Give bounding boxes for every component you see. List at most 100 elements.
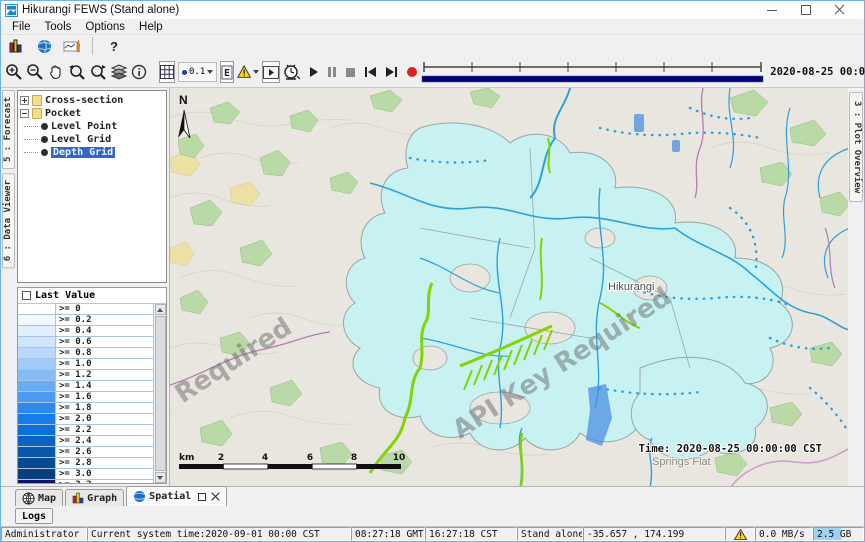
- chart-display-icon[interactable]: [61, 35, 83, 57]
- status-mode: Stand alone: [517, 527, 583, 541]
- toolbar-separator: [92, 37, 93, 55]
- minimize-button[interactable]: [766, 4, 778, 16]
- playback-controls: [310, 67, 417, 77]
- legend-row: >= 1.6: [18, 392, 153, 403]
- folder-icon: [32, 95, 42, 106]
- svg-text:2: 2: [218, 453, 224, 463]
- skip-to-start-icon[interactable]: [365, 67, 376, 77]
- tree-node-label: Level Point: [51, 121, 117, 132]
- timeline-slider[interactable]: [420, 59, 765, 85]
- legend-row: >= 1.2: [18, 370, 153, 381]
- tree-node-label: Cross-section: [45, 95, 123, 106]
- status-memory: 2.5 GB: [813, 527, 864, 541]
- status-user: Administrator: [1, 527, 87, 541]
- label-springs-flat: Springs Flat: [652, 456, 711, 468]
- tab-graph[interactable]: Graph: [65, 489, 124, 506]
- status-warning-cell[interactable]: [725, 527, 755, 541]
- tree-node-cross-section[interactable]: Cross-section: [20, 94, 164, 107]
- tab-plot-overview[interactable]: 3 : Plot Overview: [849, 92, 863, 202]
- logs-row: Logs: [1, 506, 864, 527]
- map-viewport[interactable]: API Key Required API Key Required N Hiku…: [170, 88, 848, 486]
- svg-text:N: N: [179, 93, 188, 107]
- tab-forecast[interactable]: 5 : Forecast: [2, 90, 15, 169]
- folder-icon: [32, 108, 42, 119]
- pause-icon[interactable]: [328, 67, 336, 77]
- elevation-button[interactable]: E: [220, 61, 234, 83]
- menu-options[interactable]: Options: [78, 21, 132, 33]
- grid-display-icon[interactable]: [159, 61, 175, 83]
- tab-map[interactable]: Map: [15, 489, 63, 506]
- legend-row: >= 3.2: [18, 480, 153, 483]
- tree-node-depth-grid[interactable]: Depth Grid: [20, 146, 164, 159]
- collapse-icon[interactable]: [20, 109, 29, 118]
- status-system-time: Current system time:2020-09-01 00:00 CST: [87, 527, 351, 541]
- data-viewer-panel: Cross-section Pocket Level Point Level G…: [15, 88, 170, 486]
- status-network-speed: 0.0 MB/s: [755, 527, 813, 541]
- map-time-overlay: Time: 2020-08-25 00:00:00 CST: [639, 443, 822, 455]
- scroll-down-icon[interactable]: [155, 472, 166, 483]
- zoom-in-icon[interactable]: [5, 61, 23, 83]
- tree-connector: [24, 126, 38, 127]
- chevron-down-icon: [253, 70, 259, 74]
- svg-text:km: km: [179, 453, 194, 463]
- bar-chart-icon: [72, 492, 84, 504]
- zoom-next-icon[interactable]: [89, 61, 107, 83]
- svg-text:4: 4: [262, 453, 268, 463]
- app-logo-icon: [5, 4, 18, 17]
- explorer-bars-icon[interactable]: [5, 35, 27, 57]
- bullet-icon: [41, 123, 48, 130]
- contour-precision-dropdown[interactable]: 0.1: [178, 62, 217, 82]
- tab-maximize-icon[interactable]: [198, 493, 206, 501]
- tree-node-level-point[interactable]: Level Point: [20, 120, 164, 133]
- timer-icon[interactable]: [283, 61, 301, 83]
- maximize-button[interactable]: [800, 4, 812, 16]
- status-bar: Administrator Current system time:2020-0…: [1, 527, 864, 541]
- tab-graph-label: Graph: [87, 493, 117, 504]
- layers-icon[interactable]: [110, 61, 128, 83]
- memory-label: 2.5 GB: [817, 529, 851, 540]
- menu-file[interactable]: File: [5, 21, 38, 33]
- menu-tools[interactable]: Tools: [38, 21, 79, 33]
- tree-node-level-grid[interactable]: Level Grid: [20, 133, 164, 146]
- legend-row: >= 1.8: [18, 403, 153, 414]
- zoom-previous-icon[interactable]: [68, 61, 86, 83]
- legend-class-list: >= 0 >= 0.2 >= 0.4 >= 0.6 >= 0.8 >= 1.0 …: [18, 304, 153, 483]
- app-window: Hikurangi FEWS (Stand alone) File Tools …: [0, 0, 865, 542]
- warning-dropdown[interactable]: [237, 61, 259, 83]
- menu-help[interactable]: Help: [132, 21, 170, 33]
- zoom-out-icon[interactable]: [26, 61, 44, 83]
- globe-icon[interactable]: [33, 35, 55, 57]
- play-icon[interactable]: [310, 67, 318, 77]
- logs-button[interactable]: Logs: [15, 508, 53, 524]
- title-bar: Hikurangi FEWS (Stand alone): [1, 1, 864, 19]
- info-icon[interactable]: [131, 61, 147, 83]
- legend-scrollbar[interactable]: [153, 304, 166, 483]
- close-button[interactable]: [834, 4, 846, 16]
- tab-close-icon[interactable]: [211, 492, 220, 501]
- tree-node-label: Pocket: [45, 108, 81, 119]
- expand-icon[interactable]: [20, 96, 29, 105]
- skip-to-end-icon[interactable]: [386, 67, 397, 77]
- dot-icon: [182, 70, 187, 75]
- legend-row: >= 0.2: [18, 315, 153, 326]
- map-canvas[interactable]: API Key Required API Key Required N Hiku…: [170, 88, 848, 486]
- tab-data-viewer[interactable]: 6 : Data Viewer: [2, 173, 15, 268]
- legend-row: >= 0: [18, 304, 153, 315]
- pan-hand-icon[interactable]: [47, 61, 65, 83]
- scroll-thumb[interactable]: [155, 316, 166, 471]
- tree-node-label-selected: Depth Grid: [51, 147, 115, 158]
- tab-map-label: Map: [38, 493, 56, 504]
- record-icon[interactable]: [407, 67, 417, 77]
- tab-spatial[interactable]: Spatial: [126, 486, 227, 506]
- bottom-tab-bar: Map Graph Spatial: [1, 486, 864, 506]
- last-value-checkbox[interactable]: [22, 291, 31, 300]
- stop-icon[interactable]: [346, 68, 355, 77]
- legend-row: >= 2.4: [18, 436, 153, 447]
- help-button[interactable]: ?: [102, 39, 126, 54]
- scroll-up-icon[interactable]: [155, 304, 166, 315]
- animation-movie-icon[interactable]: [262, 61, 280, 83]
- legend-header: Last Value: [18, 288, 166, 304]
- bullet-icon: [41, 136, 48, 143]
- legend-title: Last Value: [35, 290, 95, 301]
- tree-node-pocket[interactable]: Pocket: [20, 107, 164, 120]
